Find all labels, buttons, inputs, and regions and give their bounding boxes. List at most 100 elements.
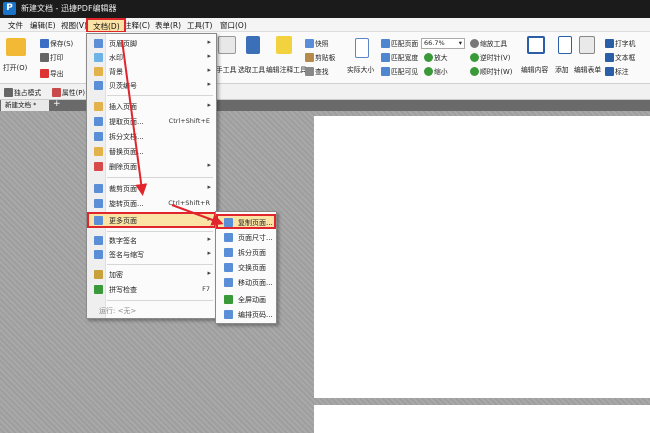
submenu-item-swap-page[interactable]: 交换页面: [216, 261, 276, 274]
menu-document[interactable]: 文档(D): [86, 18, 126, 33]
select-text-icon[interactable]: [246, 36, 260, 54]
fit-page-button[interactable]: 匹配页面: [381, 38, 418, 48]
fit-width-button[interactable]: 匹配宽度: [381, 52, 418, 62]
menu-item-encrypt[interactable]: 加密 ▸: [87, 268, 216, 281]
submenu-item-fullscreen-animation[interactable]: 全屏动画: [216, 293, 276, 306]
print-icon: [40, 53, 49, 62]
menu-separator: [107, 300, 213, 301]
fit-visible-button[interactable]: 匹配可见: [381, 66, 418, 76]
menu-item-label: 裁剪页面: [109, 185, 137, 193]
zoom-in-label: 放大: [434, 54, 448, 62]
menu-item-digital-signature[interactable]: 数字签名 ▸: [87, 234, 216, 247]
rotate-cw-label: 顺时针(W): [480, 68, 513, 76]
tab-new-document[interactable]: 新建文档 *: [1, 100, 49, 111]
rotate-cw-button[interactable]: 顺时针(W): [470, 66, 512, 76]
clipboard-icon: [305, 53, 314, 62]
add-button[interactable]: 添加: [555, 64, 569, 74]
select-tool-button[interactable]: 选取工具: [238, 64, 265, 74]
menu-item-more-pages[interactable]: 更多页面 ▸: [87, 212, 216, 228]
submenu-item-label: 全屏动画: [238, 296, 266, 304]
menu-item-sign-initials[interactable]: 签名与缩写 ▸: [87, 248, 216, 261]
menu-item-label: 水印: [109, 54, 123, 62]
menu-comment[interactable]: 注释(C): [124, 20, 150, 31]
standalone-mode-button[interactable]: 独占模式: [4, 87, 41, 97]
camera-icon: [305, 39, 314, 48]
textbox-label: 文本框: [615, 54, 636, 62]
more-pages-icon: [94, 216, 103, 225]
rotate-ccw-button[interactable]: 逆时针(V): [470, 52, 510, 62]
menu-item-bates-numbering[interactable]: 贝茨编号 ▸: [87, 79, 216, 92]
rotate-pages-icon: [94, 199, 103, 208]
menu-item-label: 签名与缩写: [109, 251, 144, 259]
hand-tool-icon[interactable]: [218, 36, 236, 54]
export-button[interactable]: 导出: [40, 68, 64, 78]
app-logo-icon: P: [3, 2, 16, 15]
fit-page-label: 匹配页面: [391, 40, 419, 48]
menu-view[interactable]: 视图(V): [61, 20, 87, 31]
menu-item-split-document[interactable]: 拆分文档...: [87, 130, 216, 143]
submenu-item-split-page[interactable]: 拆分页面: [216, 246, 276, 259]
annotation-button[interactable]: 标注: [605, 66, 629, 76]
menu-form[interactable]: 表单(R): [155, 20, 181, 31]
menu-item-label: 拆分文档...: [109, 133, 144, 141]
more-pages-submenu: 复制页面... 页面尺寸... 拆分页面 交换页面 移动页面... 全屏动画 编…: [215, 211, 277, 324]
magnifier-icon: [470, 39, 479, 48]
menu-item-watermark[interactable]: 水印 ▸: [87, 51, 216, 64]
menu-tools[interactable]: 工具(T): [187, 20, 212, 31]
submenu-item-page-numbering[interactable]: 编排页码...: [216, 308, 276, 321]
textbox-icon: [605, 53, 614, 62]
actual-size-button[interactable]: 实际大小: [347, 64, 374, 74]
menu-item-extract-pages[interactable]: 提取页面... Ctrl+Shift+E: [87, 115, 216, 128]
actual-size-icon[interactable]: [355, 38, 369, 58]
menu-item-spell-check[interactable]: 拼写检查 F7: [87, 283, 216, 296]
edit-form-button[interactable]: 编辑表单: [574, 64, 601, 74]
replace-pages-icon: [94, 147, 103, 156]
lock-icon: [94, 270, 103, 279]
open-folder-icon[interactable]: [6, 38, 26, 56]
fit-visible-label: 匹配可见: [391, 68, 419, 76]
menu-item-header-footer[interactable]: 页眉页脚 ▸: [87, 37, 216, 50]
menu-item-replace-pages[interactable]: 替换页面...: [87, 145, 216, 158]
add-tab-icon[interactable]: +: [53, 99, 61, 109]
rotate-ccw-icon: [470, 53, 479, 62]
zoom-out-button[interactable]: 缩小: [424, 66, 448, 76]
submenu-item-page-size[interactable]: 页面尺寸...: [216, 231, 276, 244]
open-button[interactable]: 打开(O): [3, 62, 27, 72]
submenu-item-move-page[interactable]: 移动页面...: [216, 276, 276, 289]
textbox-button[interactable]: 文本框: [605, 52, 635, 62]
menu-document-label: 文档(D): [93, 22, 120, 31]
find-button[interactable]: 查找: [305, 66, 329, 76]
spell-check-icon: [94, 285, 103, 294]
edit-content-icon[interactable]: [527, 36, 545, 54]
save-button[interactable]: 保存(S): [40, 38, 73, 48]
menu-edit[interactable]: 编辑(E): [30, 20, 56, 31]
zoom-in-button[interactable]: 放大: [424, 52, 448, 62]
menu-window[interactable]: 窗口(O): [220, 20, 247, 31]
run-label: 运行: <无>: [99, 307, 137, 315]
properties-label: 属性(P): [62, 89, 85, 97]
hand-tool-button[interactable]: 手工具: [216, 64, 236, 74]
zoom-tool-button[interactable]: 缩放工具: [470, 38, 507, 48]
menu-item-insert-pages[interactable]: 插入页面 ▸: [87, 100, 216, 113]
menu-item-run[interactable]: 运行: <无>: [87, 304, 216, 317]
menu-item-delete-pages[interactable]: 删除页面 ▸: [87, 160, 216, 173]
snapshot-button[interactable]: 快照: [305, 38, 329, 48]
clipboard-button[interactable]: 剪贴板: [305, 52, 335, 62]
edit-annotation-icon[interactable]: [276, 36, 292, 54]
properties-button[interactable]: 属性(P): [52, 87, 85, 97]
menu-item-label: 更多页面: [109, 217, 137, 225]
typewriter-button[interactable]: 打字机: [605, 38, 635, 48]
edit-form-icon[interactable]: [579, 36, 595, 54]
zoom-level-select[interactable]: 66.7% ▾: [421, 38, 465, 49]
submenu-item-copy-page[interactable]: 复制页面...: [216, 214, 276, 229]
menu-item-crop-pages[interactable]: 裁剪页面 ▸: [87, 182, 216, 195]
rotate-ccw-label: 逆时针(V): [480, 54, 511, 62]
edit-annotation-button[interactable]: 编辑注释工具: [266, 64, 307, 74]
menu-item-background[interactable]: 背景 ▸: [87, 65, 216, 78]
menu-file[interactable]: 文件: [8, 20, 23, 31]
add-text-icon[interactable]: [558, 36, 572, 54]
edit-content-button[interactable]: 编辑内容: [521, 64, 548, 74]
print-button[interactable]: 打印: [40, 52, 64, 62]
menu-item-rotate-pages[interactable]: 旋转页面... Ctrl+Shift+R: [87, 197, 216, 210]
fit-visible-icon: [381, 67, 390, 76]
